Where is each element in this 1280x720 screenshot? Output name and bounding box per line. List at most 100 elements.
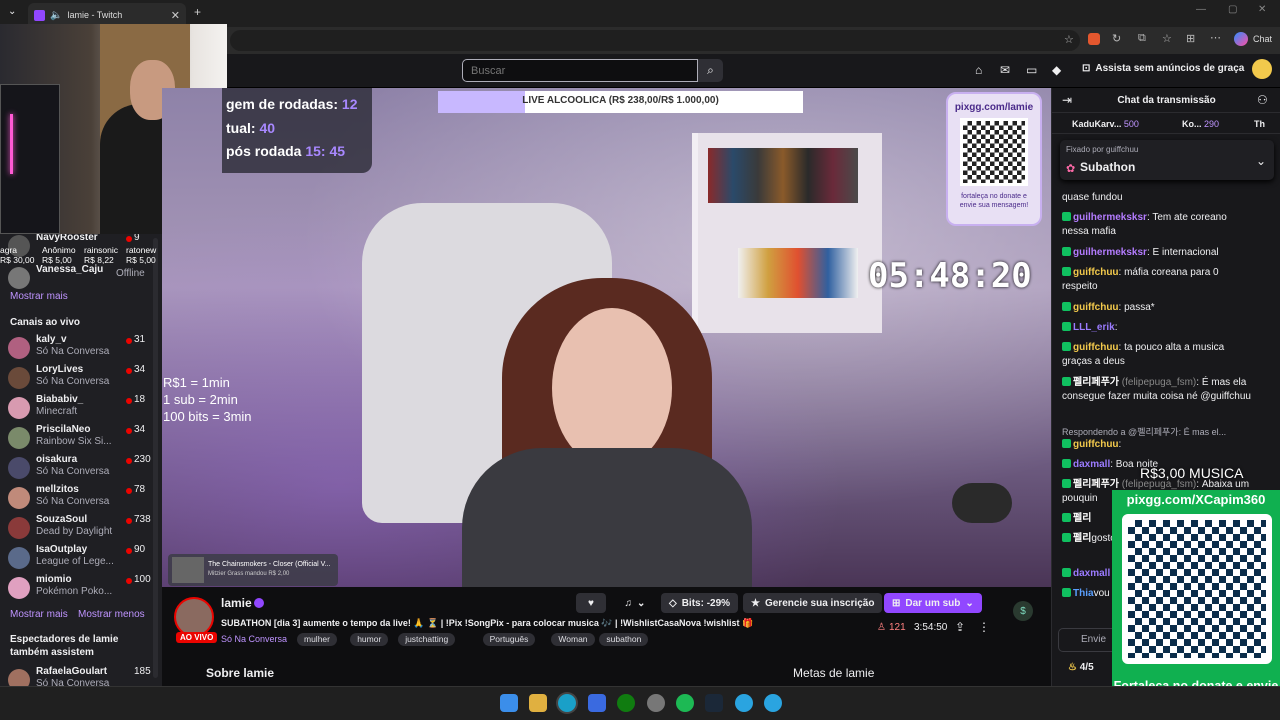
- steam-icon[interactable]: [705, 694, 723, 712]
- chat-username[interactable]: 펠리: [1073, 533, 1091, 544]
- chat-username[interactable]: 펠리: [1073, 513, 1091, 524]
- chat-username[interactable]: guiffchuu: [1073, 342, 1119, 353]
- show-less-link[interactable]: Mostrar menos: [78, 609, 145, 620]
- close-window-icon[interactable]: ✕: [1258, 4, 1266, 15]
- search-input[interactable]: [462, 59, 698, 82]
- start-menu-icon[interactable]: [500, 694, 518, 712]
- leaderboard-entry[interactable]: Th: [1254, 119, 1265, 129]
- favorite-star-icon[interactable]: ☆: [1064, 33, 1074, 46]
- spotify-icon[interactable]: [676, 694, 694, 712]
- live-channel-item[interactable]: SouzaSoul Dead by Daylight 738: [8, 514, 156, 542]
- chat-username[interactable]: Thia: [1073, 588, 1094, 599]
- live-channel-item[interactable]: kaly_v Só Na Conversa 31: [8, 334, 156, 362]
- chat-message[interactable]: 펠리페푸가 (felipepuga_fsm): É mas ela conseg…: [1062, 376, 1252, 404]
- telegram-icon[interactable]: [735, 694, 753, 712]
- channel-name[interactable]: lamie: [221, 596, 252, 610]
- live-channel-item[interactable]: PriscilaNeo Rainbow Six Si... 34: [8, 424, 156, 452]
- chat-username[interactable]: guilhermeksksr: [1073, 247, 1147, 258]
- address-field[interactable]: [230, 30, 1080, 51]
- notifications-button[interactable]: ♫ ⌄: [614, 593, 656, 613]
- obs-icon[interactable]: [647, 694, 665, 712]
- close-tab-icon[interactable]: ✕: [171, 9, 180, 22]
- gift-icon[interactable]: $: [1013, 601, 1033, 621]
- live-channel-item[interactable]: LoryLives Só Na Conversa 34: [8, 364, 156, 392]
- live-channel-item[interactable]: Biababiv_ Minecraft 18: [8, 394, 156, 422]
- gift-sub-button[interactable]: ⊞ Dar um sub ⌄: [884, 593, 982, 613]
- follow-button[interactable]: ♥: [576, 593, 606, 613]
- user-avatar[interactable]: [1252, 59, 1272, 79]
- more-options-icon[interactable]: ⋮: [978, 620, 990, 634]
- chat-message[interactable]: guiffchuu: ta pouco alta a musica graças…: [1062, 341, 1252, 369]
- collections-icon[interactable]: ⊞: [1186, 32, 1195, 45]
- ad-free-promo-button[interactable]: ⊡ Assista sem anúncios de graça: [1082, 63, 1244, 74]
- share-icon[interactable]: ⇪: [955, 620, 965, 634]
- stream-tag[interactable]: mulher: [297, 633, 337, 646]
- chat-message[interactable]: guilhermeksksr: E internacional: [1062, 246, 1252, 260]
- pinned-message[interactable]: Fixado por guiffchuu Subathon ✿ ⌄: [1060, 140, 1274, 180]
- gift-box-icon: ⊞: [892, 597, 901, 609]
- live-channel-item[interactable]: mellzitos Só Na Conversa 78: [8, 484, 156, 512]
- leaderboard-entry[interactable]: Ko... 290: [1182, 119, 1219, 129]
- leaderboard-entry[interactable]: KaduKarv... 500: [1072, 119, 1139, 129]
- chat-username[interactable]: LLL_erik: [1073, 322, 1115, 333]
- chevron-down-icon[interactable]: ⌄: [1256, 154, 1266, 168]
- telegram-icon[interactable]: [764, 694, 782, 712]
- stream-tag[interactable]: justchatting: [398, 633, 456, 646]
- subathon-timer: 05:48:20: [868, 256, 1032, 296]
- tab-list-icon[interactable]: ⌄: [8, 6, 16, 17]
- category-link[interactable]: Só Na Conversa: [221, 634, 287, 644]
- chat-username[interactable]: guiffchuu: [1073, 302, 1119, 313]
- chat-button[interactable]: Chat: [1253, 34, 1272, 44]
- mail-icon[interactable]: ✉: [1000, 63, 1010, 77]
- chat-message[interactable]: quase fundou: [1062, 191, 1252, 205]
- split-screen-icon[interactable]: ⧉: [1138, 32, 1146, 45]
- stream-tag[interactable]: Woman: [551, 633, 595, 646]
- users-icon[interactable]: ⚇: [1257, 93, 1268, 107]
- bits-button[interactable]: ◇ Bits: -29%: [661, 593, 739, 613]
- chat-message[interactable]: guilhermeksksr: Tem ate coreano nessa ma…: [1062, 211, 1252, 239]
- refresh-icon[interactable]: ↻: [1112, 32, 1121, 45]
- search-button[interactable]: ⌕: [698, 59, 723, 82]
- chat-message[interactable]: guiffchuu: passa*: [1062, 301, 1252, 315]
- edge-browser-icon[interactable]: [558, 694, 576, 712]
- chat-message[interactable]: LLL_erik:: [1062, 321, 1252, 335]
- whispers-icon[interactable]: ▭: [1026, 63, 1037, 77]
- minimize-icon[interactable]: —: [1196, 4, 1206, 15]
- sidebar-scrollbar[interactable]: [153, 238, 158, 678]
- show-more-link[interactable]: Mostrar mais: [10, 291, 68, 302]
- song-requester: Mitzier Grass mandou R$ 2,00: [208, 571, 290, 577]
- new-tab-icon[interactable]: +: [194, 5, 201, 19]
- chat-username[interactable]: daxmall: [1073, 568, 1110, 579]
- chat-username[interactable]: daxmall: [1073, 459, 1110, 470]
- speaker-icon[interactable]: 🔈: [50, 10, 62, 21]
- outlook-icon[interactable]: [588, 694, 606, 712]
- chat-username[interactable]: guiffchuu: [1073, 439, 1119, 450]
- file-explorer-icon[interactable]: [529, 694, 547, 712]
- more-icon[interactable]: ⋯: [1210, 31, 1221, 44]
- extension-icon[interactable]: [1088, 33, 1100, 45]
- chat-message[interactable]: guiffchuu: máfia coreana para 0 respeito: [1062, 266, 1252, 294]
- live-channel-item[interactable]: IsaOutplay League of Lege... 90: [8, 544, 156, 572]
- chat-username[interactable]: guilhermeksksr: [1073, 212, 1147, 223]
- stream-tag[interactable]: subathon: [599, 633, 649, 646]
- favorites-icon[interactable]: ☆: [1162, 32, 1172, 45]
- live-channel-item[interactable]: miomio Pokémon Poko... 100: [8, 574, 156, 602]
- inbox-icon[interactable]: ⌂: [975, 63, 982, 77]
- show-more-link[interactable]: Mostrar mais: [10, 609, 68, 620]
- bits-icon[interactable]: ◆: [1052, 63, 1061, 77]
- stream-tag[interactable]: Português: [482, 633, 536, 646]
- chat-username[interactable]: guiffchuu: [1073, 267, 1119, 278]
- channel-avatar[interactable]: [174, 597, 214, 637]
- video-player[interactable]: LIVE ALCOOLICA (R$ 238,00/R$ 1.000,00) g…: [162, 88, 1051, 587]
- stream-tag[interactable]: humor: [350, 633, 389, 646]
- chat-message[interactable]: guiffchuu:: [1062, 438, 1252, 452]
- chat-username[interactable]: 펠리페푸가: [1073, 479, 1119, 490]
- maximize-icon[interactable]: ▢: [1228, 4, 1237, 15]
- channel-points[interactable]: ♨ 4/5: [1068, 662, 1094, 673]
- manage-sub-button[interactable]: ★ Gerencie sua inscrição: [743, 593, 883, 613]
- xbox-icon[interactable]: [617, 694, 635, 712]
- chat-username[interactable]: 펠리페푸가: [1073, 377, 1119, 388]
- live-channel-item[interactable]: oisakura Só Na Conversa 230: [8, 454, 156, 482]
- copilot-icon[interactable]: [1234, 32, 1248, 46]
- live-dot-icon: [126, 548, 132, 554]
